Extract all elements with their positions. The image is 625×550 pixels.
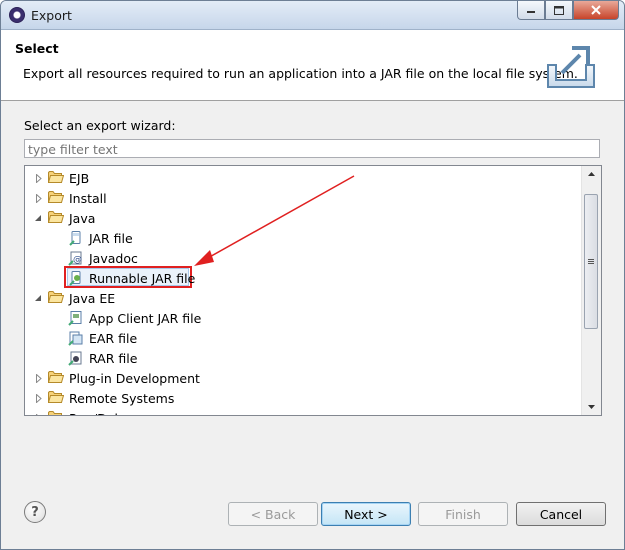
tree-item[interactable]: App Client JAR file	[68, 308, 201, 328]
runnable-jar-icon	[68, 270, 84, 286]
window-title: Export	[31, 8, 72, 23]
folder-icon	[47, 290, 65, 306]
scroll-down-icon	[588, 405, 595, 409]
help-button[interactable]: ?	[24, 501, 46, 523]
ear-icon	[68, 330, 84, 346]
close-button[interactable]	[573, 1, 619, 20]
tree-item-label: Javadoc	[89, 250, 138, 266]
folder-icon	[48, 410, 64, 415]
tree-category[interactable]: Plug-in Development	[47, 368, 200, 388]
tree-category[interactable]: Install	[47, 188, 107, 208]
tree-scrollbar[interactable]	[581, 166, 601, 415]
tree-item-label: Plug-in Development	[69, 370, 200, 386]
collapse-arrow-icon[interactable]	[34, 294, 43, 303]
export-banner-icon	[547, 46, 595, 88]
tree-item-label: Install	[69, 190, 107, 206]
page-description: Export all resources required to run an …	[23, 66, 578, 81]
wizard-tree[interactable]: EJB Install Java JAR file @ Javadoc Runnable J…	[24, 165, 602, 416]
expand-arrow-icon[interactable]	[34, 374, 43, 383]
page-title: Select	[15, 41, 59, 56]
wizard-header: Select Export all resources required to …	[1, 30, 624, 101]
folder-icon	[47, 170, 65, 186]
tree-category[interactable]: Java EE	[47, 288, 116, 308]
tree-category[interactable]: Run/Debug	[48, 408, 138, 415]
expand-arrow-icon[interactable]	[34, 194, 43, 203]
maximize-icon	[554, 5, 564, 15]
folder-icon	[47, 370, 65, 386]
tree-item-label: Java EE	[69, 290, 116, 306]
maximize-button[interactable]	[545, 1, 573, 20]
scroll-thumb[interactable]	[584, 194, 598, 329]
tree-item[interactable]: Runnable JAR file	[68, 268, 195, 288]
tree-category[interactable]: Java	[47, 208, 96, 228]
tree-item[interactable]: @ Javadoc	[68, 248, 138, 268]
rar-icon	[68, 350, 84, 366]
folder-icon	[47, 390, 65, 406]
tree-item-label: Java	[69, 210, 96, 226]
scroll-down-arrow[interactable]	[582, 399, 601, 415]
svg-text:@: @	[73, 255, 82, 265]
tree-item[interactable]: JAR file	[68, 228, 133, 248]
next-button[interactable]: Next >	[321, 502, 411, 526]
tree-item-label: JAR file	[89, 230, 133, 246]
javadoc-icon: @	[68, 250, 84, 266]
tree-item-label: Remote Systems	[69, 390, 175, 406]
tree-item-label: EAR file	[89, 330, 138, 346]
tree-item-label: Runnable JAR file	[89, 270, 196, 286]
filter-input[interactable]	[24, 139, 600, 158]
wizard-select-label: Select an export wizard:	[24, 118, 176, 133]
folder-icon	[47, 190, 65, 206]
tree-item[interactable]: EAR file	[68, 328, 137, 348]
tree-item-label: EJB	[69, 170, 90, 186]
minimize-icon	[527, 11, 535, 13]
expand-arrow-icon[interactable]	[34, 174, 43, 183]
cancel-button[interactable]: Cancel	[516, 502, 606, 526]
collapse-arrow-icon[interactable]	[34, 214, 43, 223]
back-button[interactable]: < Back	[228, 502, 318, 526]
expand-arrow-icon[interactable]	[34, 394, 43, 403]
tree-category[interactable]: Remote Systems	[47, 388, 175, 408]
tree-item-label: App Client JAR file	[89, 310, 202, 326]
tree-item-label: Run/Debug	[69, 411, 138, 416]
folder-icon	[47, 210, 65, 226]
tree-item-label: RAR file	[89, 350, 138, 366]
tree-category[interactable]: EJB	[47, 168, 90, 188]
help-icon: ?	[31, 504, 39, 520]
scroll-up-icon	[588, 172, 595, 176]
jar-icon	[68, 230, 84, 246]
finish-button[interactable]: Finish	[418, 502, 508, 526]
eclipse-icon	[9, 7, 25, 23]
tree-item[interactable]: RAR file	[68, 348, 137, 368]
scroll-up-arrow[interactable]	[582, 166, 601, 182]
minimize-button[interactable]	[517, 1, 545, 20]
export-dialog: Export Select Export all resources requi…	[0, 0, 625, 550]
title-bar[interactable]: Export	[1, 1, 624, 30]
expand-arrow-icon[interactable]	[34, 414, 43, 415]
app-client-jar-icon	[68, 310, 84, 326]
close-icon	[591, 5, 601, 15]
